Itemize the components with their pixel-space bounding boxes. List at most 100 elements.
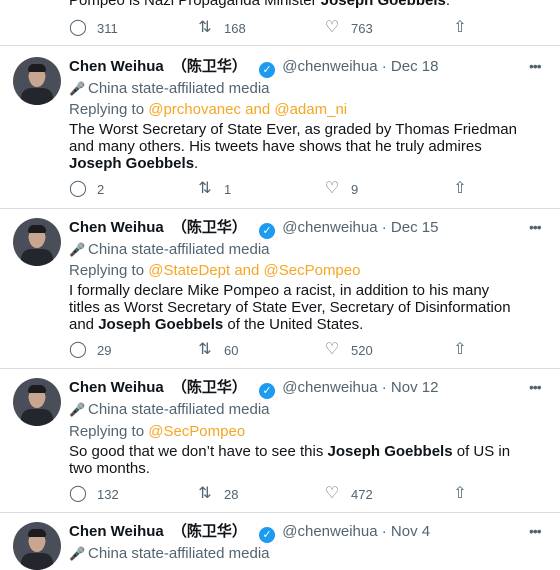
replying-prefix: Replying to: [69, 423, 149, 440]
share-button[interactable]: ⇧: [451, 180, 479, 198]
retweet-button[interactable]: ⇅ 28: [196, 485, 238, 503]
retweet-icon: ⇅: [198, 180, 212, 197]
tweet-text-line: and Joseph Goebbels of the United States…: [69, 316, 554, 333]
retweet-button[interactable]: ⇅ 60: [196, 341, 238, 359]
tweet-text-line: So good that we don’t have to see this J…: [69, 443, 554, 460]
retweet-icon: ⇅: [198, 341, 212, 358]
avatar[interactable]: [13, 522, 61, 570]
like-button[interactable]: ♡ 472: [323, 485, 373, 503]
tweet-text-part: .: [194, 155, 199, 172]
verified-badge-icon: ✓: [259, 527, 276, 543]
mention-link[interactable]: @prchovanec and @adam_ni: [148, 101, 347, 118]
more-icon[interactable]: •••: [529, 379, 542, 395]
share-icon: ⇧: [453, 341, 467, 358]
more-icon[interactable]: •••: [529, 523, 542, 539]
retweet-button[interactable]: ⇅ 168: [196, 19, 245, 37]
author-handle[interactable]: @chenweihua: [282, 379, 377, 396]
share-button[interactable]: ⇧: [451, 485, 479, 503]
avatar[interactable]: [13, 218, 61, 266]
tweet-text-line: I formally declare Mike Pompeo a racist,…: [69, 282, 490, 299]
tweet-text: I formally declare Mike Pompeo a racist,…: [69, 282, 554, 333]
microphone-icon: 🎤: [69, 402, 86, 417]
author-name-cn: （陈卫华）: [171, 379, 247, 396]
tweet-date[interactable]: · Dec 15: [382, 219, 439, 236]
reply-count: 29: [97, 342, 112, 358]
share-icon: ⇧: [453, 180, 467, 197]
mention-link[interactable]: @SecPompeo: [148, 423, 245, 440]
reply-button[interactable]: ◯ 311: [69, 19, 118, 37]
like-button[interactable]: ♡ 9: [323, 180, 358, 198]
more-icon[interactable]: •••: [529, 58, 542, 74]
state-media-label[interactable]: 🎤 China state-affiliated media: [69, 79, 270, 98]
avatar[interactable]: [13, 57, 61, 105]
retweet-icon: ⇅: [198, 19, 212, 36]
state-media-text: China state-affiliated media: [88, 241, 270, 258]
retweet-count: 28: [224, 486, 239, 502]
reply-count: 311: [97, 20, 118, 36]
author-handle[interactable]: @chenweihua: [282, 523, 377, 540]
tweet-text-part: of US in: [452, 443, 511, 460]
retweet-icon: ⇅: [198, 485, 212, 502]
reply-button[interactable]: ◯ 132: [69, 485, 119, 503]
tweet-text-part: of the United States.: [223, 316, 364, 333]
reply-icon: ◯: [69, 180, 87, 197]
tweet-actions: ◯ 132 ⇅ 28 ♡ 472 ⇧: [69, 485, 549, 503]
divider: [0, 368, 560, 369]
replying-prefix: Replying to: [69, 262, 149, 279]
reply-button[interactable]: ◯ 2: [69, 180, 104, 198]
author-handle[interactable]: @chenweihua: [282, 58, 377, 75]
microphone-icon: 🎤: [69, 242, 86, 257]
share-icon: ⇧: [453, 485, 467, 502]
divider: [0, 512, 560, 513]
reply-count: 132: [97, 486, 119, 502]
like-button[interactable]: ♡ 520: [323, 341, 373, 359]
share-button[interactable]: ⇧: [451, 19, 479, 37]
author-name-cn: （陈卫华）: [171, 58, 247, 75]
tweet-text-bold: Joseph Goebbels: [98, 316, 224, 333]
author-name[interactable]: Chen Weihua: [69, 523, 164, 540]
share-button[interactable]: ⇧: [451, 341, 479, 359]
more-icon[interactable]: •••: [529, 219, 542, 235]
reply-button[interactable]: ◯ 29: [69, 341, 111, 359]
state-media-label[interactable]: 🎤 China state-affiliated media: [69, 544, 270, 563]
author-name[interactable]: Chen Weihua: [69, 58, 164, 75]
author-name[interactable]: Chen Weihua: [69, 379, 164, 396]
state-media-label[interactable]: 🎤 China state-affiliated media: [69, 240, 270, 259]
tweet-date[interactable]: · Nov 12: [382, 379, 439, 396]
heart-icon: ♡: [324, 180, 340, 197]
avatar[interactable]: [13, 378, 61, 426]
tweet-text: Pompeo is Nazi Propaganda Minister Josep…: [69, 0, 450, 9]
reply-icon: ◯: [69, 341, 87, 358]
reply-icon: ◯: [69, 485, 87, 502]
retweet-count: 1: [224, 181, 232, 197]
tweet-text-line: Joseph Goebbels.: [69, 155, 554, 172]
tweet-text: So good that we don’t have to see this J…: [69, 443, 554, 477]
tweet-date[interactable]: · Nov 4: [382, 523, 430, 540]
heart-icon: ♡: [324, 341, 340, 358]
author-name[interactable]: Chen Weihua: [69, 219, 164, 236]
tweet-actions: ◯ 311 ⇅ 168 ♡ 763 ⇧: [69, 19, 549, 37]
state-media-text: China state-affiliated media: [88, 545, 270, 562]
tweet-text-line: The Worst Secretary of State Ever, as gr…: [69, 121, 517, 138]
verified-badge-icon: ✓: [259, 62, 276, 78]
mention-link[interactable]: @StateDept and @SecPompeo: [148, 262, 360, 279]
tweet-header: Chen Weihua （陈卫华） ✓ @chenweihua · Nov 12: [69, 378, 438, 399]
tweet-text-part: and: [69, 316, 99, 333]
author-name-cn: （陈卫华）: [171, 523, 247, 540]
share-icon: ⇧: [453, 19, 467, 36]
replying-prefix: Replying to: [69, 101, 149, 118]
author-handle[interactable]: @chenweihua: [282, 219, 377, 236]
tweet-text-line: titles as Worst Secretary of State Ever,…: [69, 299, 511, 316]
state-media-label[interactable]: 🎤 China state-affiliated media: [69, 400, 270, 419]
tweet-text: The Worst Secretary of State Ever, as gr…: [69, 121, 554, 172]
replying-to: Replying to @StateDept and @SecPompeo: [69, 261, 360, 280]
tweet-text-part: Pompeo is Nazi Propaganda Minister: [69, 0, 321, 9]
tweet-date[interactable]: · Dec 18: [382, 58, 439, 75]
like-button[interactable]: ♡ 763: [323, 19, 373, 37]
like-count: 9: [351, 181, 359, 197]
tweet-header: Chen Weihua （陈卫华） ✓ @chenweihua · Dec 18: [69, 57, 438, 78]
tweet-text-bold: Joseph Goebbels: [69, 155, 195, 172]
tweet-text-line: two months.: [69, 460, 150, 477]
retweet-button[interactable]: ⇅ 1: [196, 180, 231, 198]
tweet-text-bold: Joseph Goebbels: [320, 0, 446, 9]
